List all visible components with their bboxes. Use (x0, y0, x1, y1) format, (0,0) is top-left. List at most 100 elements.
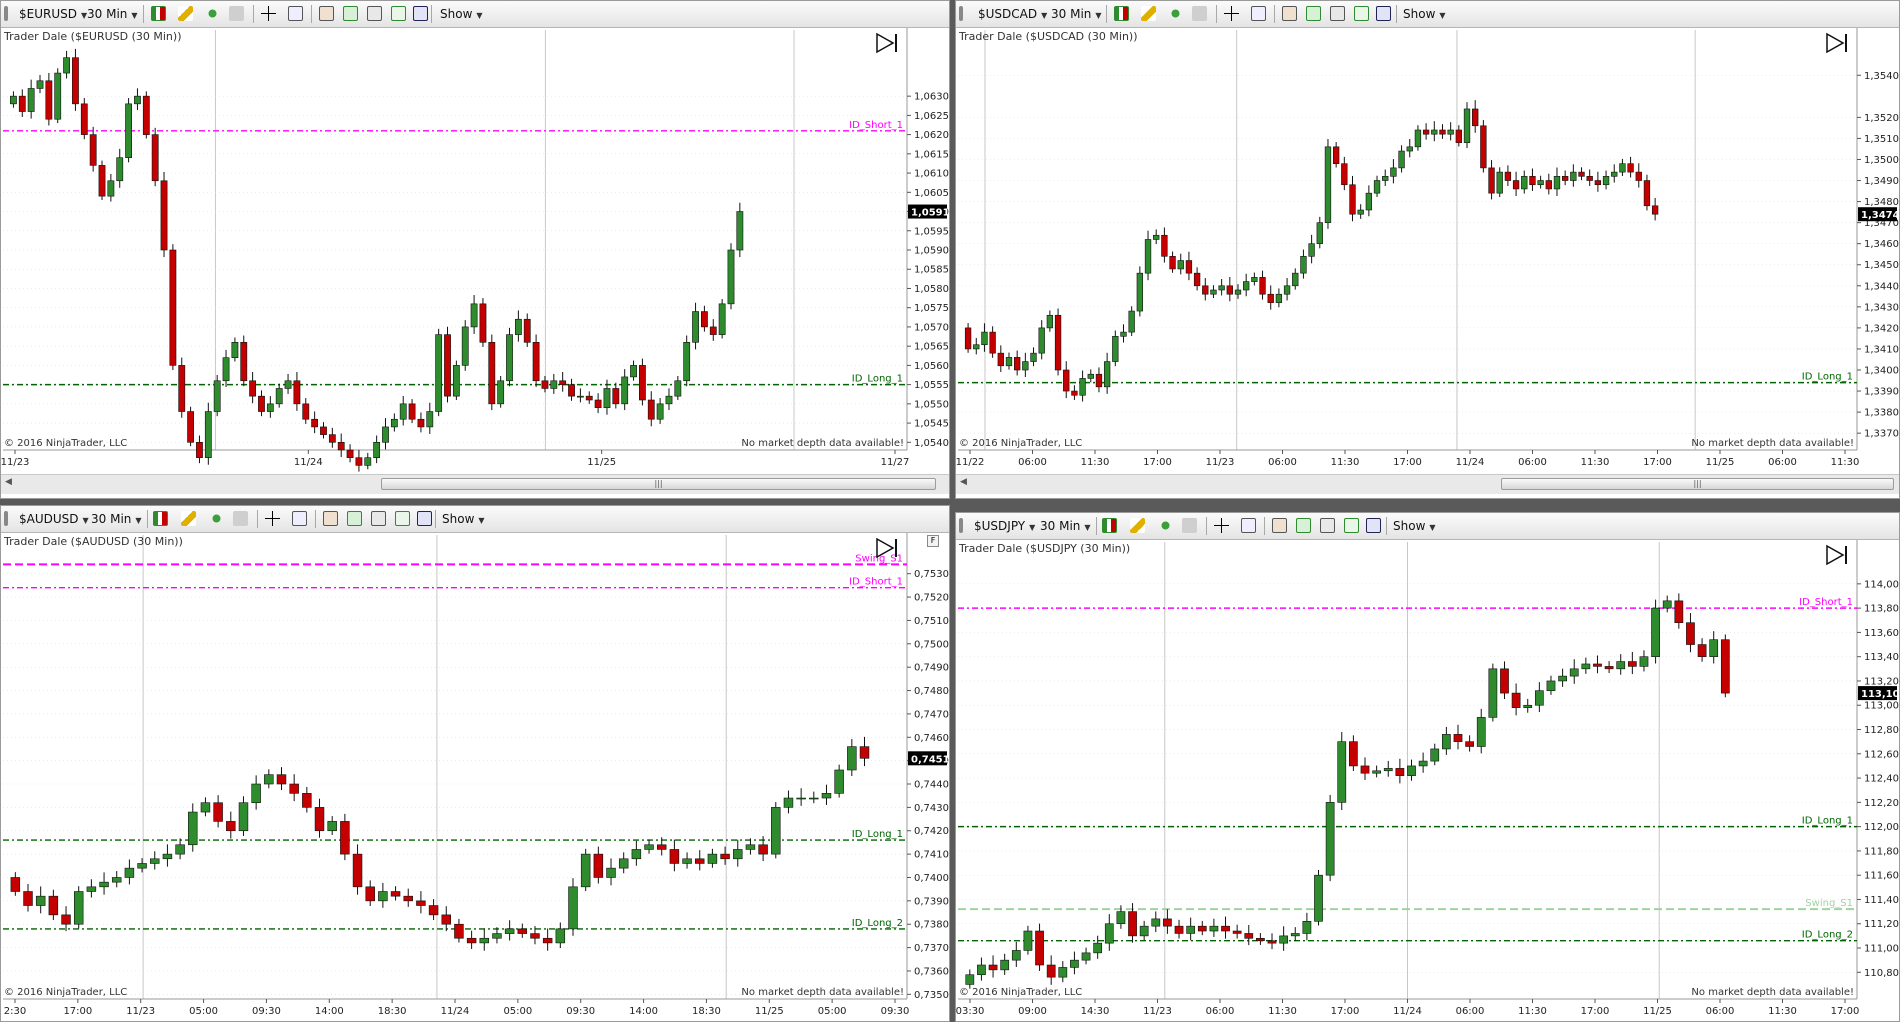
crosshair-icon[interactable] (1214, 518, 1229, 533)
pin-icon[interactable] (205, 6, 220, 21)
show-menu[interactable]: Show ▼ (1393, 518, 1436, 536)
candle-down (1063, 369, 1070, 392)
candle-down (1561, 176, 1569, 181)
interval-selector[interactable]: 30 Min ▼ (1040, 518, 1091, 536)
instrument-selector[interactable]: $USDCAD ▼ (978, 6, 1047, 24)
candle-down (320, 426, 327, 435)
candle-down (695, 858, 705, 864)
show-menu[interactable]: Show ▼ (440, 6, 483, 24)
candle-down (1635, 171, 1642, 181)
strategies-icon[interactable] (371, 511, 386, 526)
indicators-icon[interactable] (1296, 518, 1311, 533)
pin-icon[interactable] (209, 511, 224, 526)
price-chart[interactable]: 114,00 113,80 113,60 113,40 113,20 113,00 112,… (956, 540, 1900, 1021)
crosshair-icon[interactable] (265, 511, 280, 526)
y-tick-label: 0,7430 (914, 803, 949, 814)
separator (253, 5, 254, 23)
chart-style-icon[interactable] (1114, 6, 1129, 21)
candle-down (1349, 184, 1356, 215)
price-chart[interactable]: 1,06301,06251,06201,06151,06101,06051,06… (1, 28, 949, 474)
strategies-icon[interactable] (1320, 518, 1335, 533)
eraser-icon[interactable] (1192, 6, 1207, 21)
y-tick-label: 112,60 (1864, 749, 1899, 760)
pencil-icon[interactable] (1141, 6, 1156, 21)
candle-up (1523, 704, 1533, 708)
candle-up (10, 95, 17, 105)
chart-style-icon[interactable] (153, 511, 168, 526)
interval-selector[interactable]: 30 Min ▼ (1051, 6, 1102, 24)
candle-up (973, 344, 980, 350)
indicators-icon[interactable] (347, 511, 362, 526)
properties-icon[interactable] (323, 511, 338, 526)
interval-selector[interactable]: 30 Min ▼ (87, 6, 138, 24)
pencil-icon[interactable] (181, 511, 196, 526)
chart-trader-icon[interactable] (1366, 518, 1381, 533)
horizontal-scrollbar[interactable]: ◀ ||| (956, 474, 1899, 494)
data-box-icon[interactable] (1354, 6, 1369, 21)
price-chart[interactable]: 0,7530 0,7520 0,7510 0,7500 0,7490 0,7480 0,74… (1, 533, 949, 1021)
crosshair-icon[interactable] (261, 6, 276, 21)
strategies-icon[interactable] (367, 6, 382, 21)
eraser-icon[interactable] (233, 511, 248, 526)
candle-up (1038, 327, 1045, 354)
chart-style-icon[interactable] (151, 6, 166, 21)
separator (147, 510, 148, 528)
zoom-icon[interactable] (288, 6, 303, 21)
chart-trader-icon[interactable] (417, 511, 432, 526)
candle-down (1202, 285, 1209, 295)
indicators-icon[interactable] (1306, 6, 1321, 21)
instrument-selector[interactable]: $EURUSD ▼ (19, 6, 87, 24)
zoom-icon[interactable] (1251, 6, 1266, 21)
show-label: Show (1393, 519, 1426, 533)
interval-selector[interactable]: 30 Min ▼ (91, 511, 142, 529)
pencil-icon[interactable] (178, 6, 193, 21)
y-tick-label: 1,3410 (1864, 344, 1899, 355)
level-label: ID_Long_1 (852, 374, 903, 385)
zoom-icon[interactable] (292, 511, 307, 526)
scroll-left-icon[interactable]: ◀ (5, 477, 12, 487)
chart-scroll-icon (1826, 544, 1845, 566)
x-tick-label: 06:00 (1768, 457, 1797, 468)
candle-down (1472, 108, 1479, 127)
candle-up (580, 853, 591, 888)
eraser-icon[interactable] (1182, 518, 1197, 533)
price-chart[interactable]: 1,3540 1,3520 1,3510 1,3500 1,3490 1,3480 1,34… (956, 28, 1899, 474)
candle-up (1496, 171, 1503, 194)
pencil-icon[interactable] (1130, 518, 1145, 533)
show-menu[interactable]: Show ▼ (1403, 6, 1446, 24)
data-box-icon[interactable] (395, 511, 410, 526)
zoom-icon[interactable] (1241, 518, 1256, 533)
horizontal-scrollbar[interactable]: ◀ ||| (1, 474, 949, 494)
eraser-icon[interactable] (229, 6, 244, 21)
instrument-selector[interactable]: $USDJPY ▼ (974, 518, 1035, 536)
level-label: ID_Short_1 (849, 120, 903, 131)
properties-icon[interactable] (1272, 518, 1287, 533)
data-box-icon[interactable] (391, 6, 406, 21)
strategies-icon[interactable] (1330, 6, 1345, 21)
show-menu[interactable]: Show ▼ (442, 511, 485, 529)
scroll-thumb[interactable]: ||| (381, 478, 936, 490)
current-price-label: 113,10 (1861, 689, 1900, 700)
chart-trader-icon[interactable] (1376, 6, 1391, 21)
candle-up (674, 380, 682, 397)
candle-up (175, 844, 185, 855)
scroll-thumb[interactable]: ||| (1501, 478, 1894, 490)
y-tick-label: 113,20 (1864, 676, 1899, 687)
chart-trader-icon[interactable] (413, 6, 428, 21)
indicators-icon[interactable] (343, 6, 358, 21)
chart-style-icon[interactable] (1102, 518, 1117, 533)
level-label: ID_Long_1 (852, 829, 903, 840)
candle-up (1430, 748, 1440, 762)
instrument-selector[interactable]: $AUDUSD ▼ (19, 511, 89, 529)
candle-up (1087, 373, 1094, 379)
candle-up (1275, 293, 1283, 303)
data-box-icon[interactable] (1344, 518, 1359, 533)
scroll-left-icon[interactable]: ◀ (960, 477, 967, 487)
pin-icon[interactable] (1168, 6, 1183, 21)
properties-icon[interactable] (319, 6, 334, 21)
y-tick-label: 0,7390 (914, 896, 949, 907)
properties-icon[interactable] (1282, 6, 1297, 21)
x-tick-label: 11/24 (441, 1006, 470, 1017)
crosshair-icon[interactable] (1224, 6, 1239, 21)
pin-icon[interactable] (1158, 518, 1173, 533)
